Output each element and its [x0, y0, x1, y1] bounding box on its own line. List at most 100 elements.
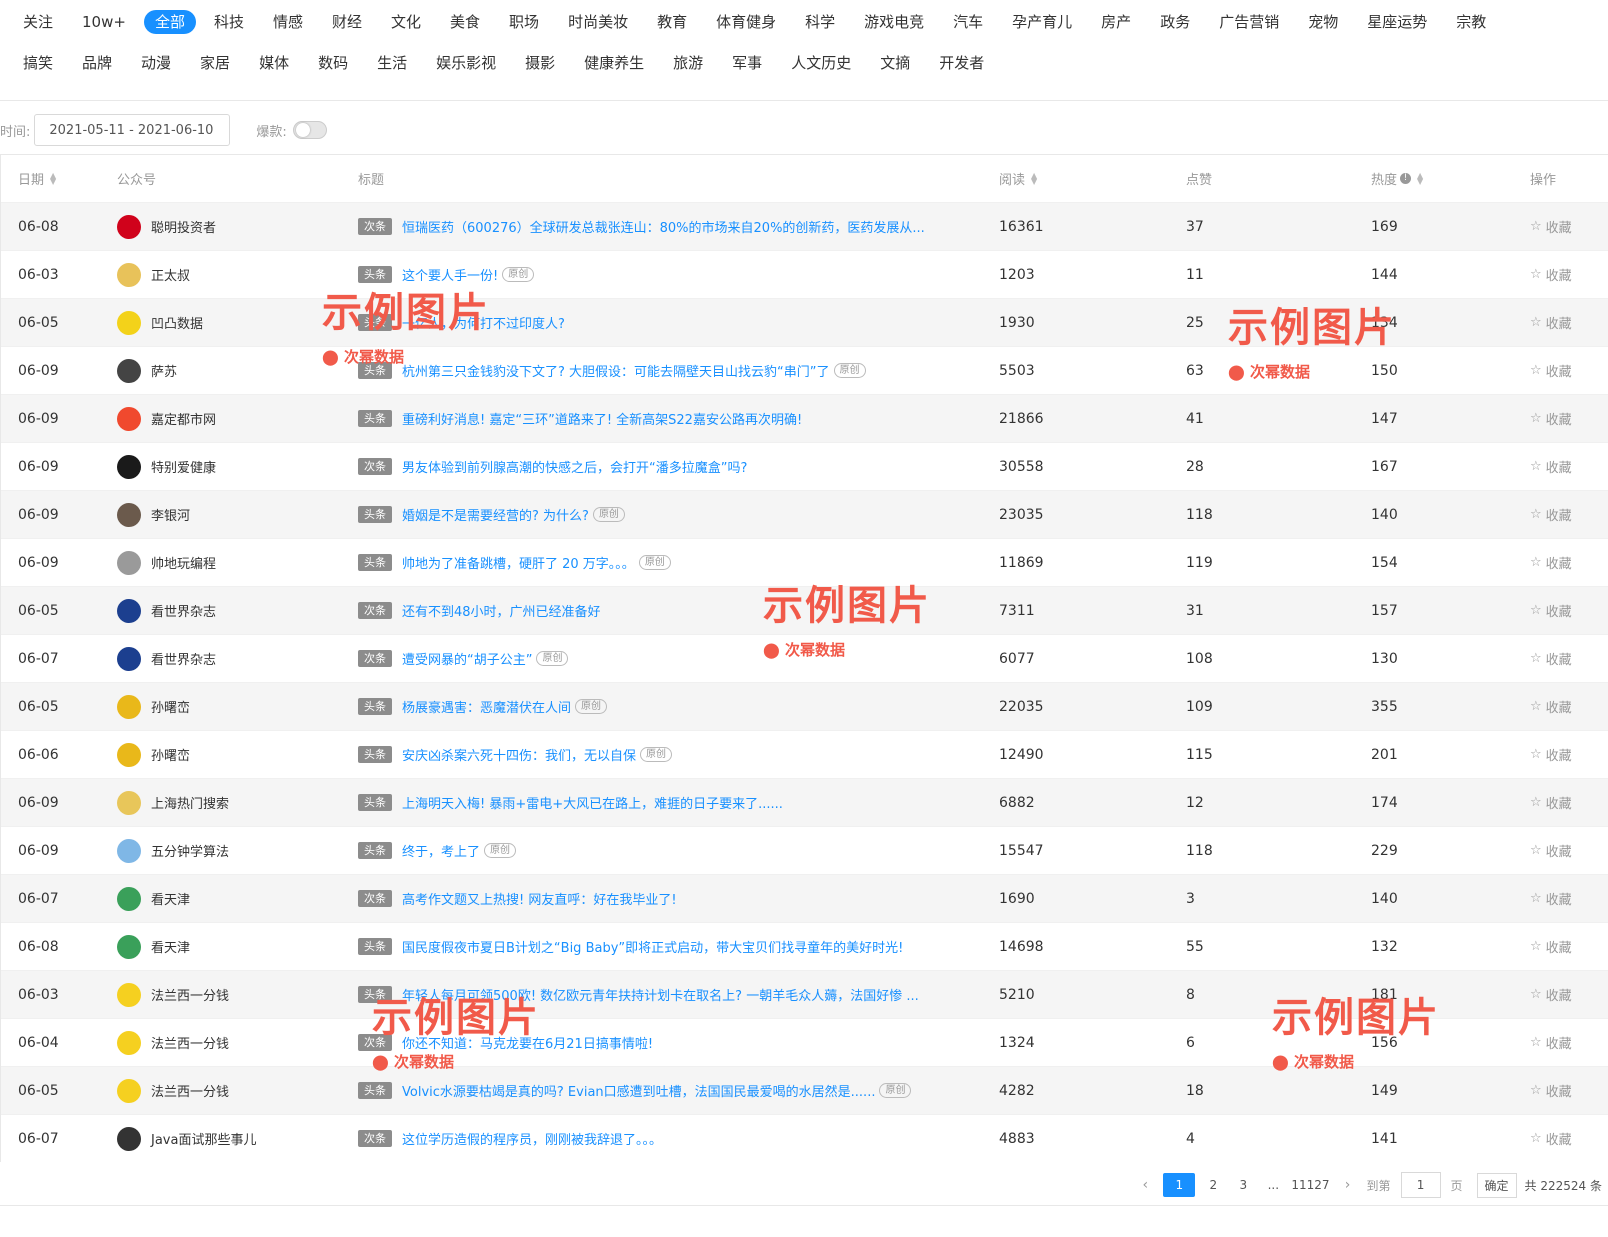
category-tab[interactable]: 全部 — [143, 10, 196, 34]
sort-icon[interactable]: ▲ ▼ — [1417, 171, 1423, 185]
favorite-button[interactable]: ☆ 收藏 — [1530, 409, 1572, 428]
category-tab[interactable]: 关注 — [12, 10, 64, 34]
category-tab[interactable]: 搞笑 — [12, 51, 64, 75]
page-button-3[interactable]: 3 — [1231, 1173, 1255, 1197]
account-name[interactable]: 聪明投资者 — [151, 217, 216, 236]
favorite-button[interactable]: ☆ 收藏 — [1530, 937, 1572, 956]
favorite-button[interactable]: ☆ 收藏 — [1530, 1081, 1572, 1100]
row-account[interactable]: 看天津 — [117, 923, 190, 970]
category-tab[interactable]: 品牌 — [71, 51, 123, 75]
article-title-link[interactable]: 男友体验到前列腺高潮的快感之后，会打开“潘多拉魔盒”吗? — [402, 457, 747, 476]
category-tab[interactable]: 孕产育儿 — [1001, 10, 1083, 34]
account-name[interactable]: 法兰西一分钱 — [151, 1033, 229, 1052]
article-title-link[interactable]: 上海明天入梅! 暴雨+雷电+大风已在路上，难捱的日子要来了...... — [402, 793, 783, 812]
article-title-link[interactable]: 杭州第三只金钱豹没下文了? 大胆假设：可能去隔壁天目山找云豹“串门”了 — [402, 361, 830, 380]
account-name[interactable]: 五分钟学算法 — [151, 841, 229, 860]
account-name[interactable]: 帅地玩编程 — [151, 553, 216, 572]
category-tab[interactable]: 健康养生 — [573, 51, 655, 75]
account-name[interactable]: 正太叔 — [151, 265, 190, 284]
article-title-link[interactable]: 国民度假夜市夏日B计划之“Big Baby”即将正式启动，带大宝贝们找寻童年的美… — [402, 937, 903, 956]
row-account[interactable]: 法兰西一分钱 — [117, 1067, 229, 1114]
favorite-button[interactable]: ☆ 收藏 — [1530, 649, 1572, 668]
article-title-link[interactable]: 这个要人手一份! — [402, 265, 498, 284]
account-name[interactable]: 看世界杂志 — [151, 649, 216, 668]
article-title-link[interactable]: 你还不知道：马克龙要在6月21日搞事情啦! — [402, 1033, 653, 1052]
favorite-button[interactable]: ☆ 收藏 — [1530, 601, 1572, 620]
account-name[interactable]: 看世界杂志 — [151, 601, 216, 620]
category-tab[interactable]: 房产 — [1090, 10, 1142, 34]
sort-icon[interactable]: ▲ ▼ — [50, 171, 56, 185]
article-title-link[interactable]: Volvic水源要枯竭是真的吗? Evian口感遭到吐槽，法国国民最爱喝的水居然… — [402, 1081, 875, 1100]
category-tab[interactable]: 动漫 — [130, 51, 182, 75]
category-tab[interactable]: 财经 — [321, 10, 373, 34]
favorite-button[interactable]: ☆ 收藏 — [1530, 553, 1572, 572]
header-date[interactable]: 日期 ▲ ▼ — [18, 155, 56, 202]
next-page-icon[interactable]: › — [1336, 1173, 1360, 1197]
article-title-link[interactable]: 这位学历造假的程序员，刚刚被我辞退了。。。 — [402, 1129, 662, 1148]
row-account[interactable]: 法兰西一分钱 — [117, 971, 229, 1018]
category-tab[interactable]: 游戏电竞 — [853, 10, 935, 34]
info-icon[interactable]: ! — [1400, 173, 1412, 184]
article-title-link[interactable]: 还有不到48小时，广州已经准备好 — [402, 601, 601, 620]
account-name[interactable]: 李银河 — [151, 505, 190, 524]
account-name[interactable]: 凹凸数据 — [151, 313, 203, 332]
category-tab[interactable]: 开发者 — [928, 51, 995, 75]
favorite-button[interactable]: ☆ 收藏 — [1530, 1033, 1572, 1052]
favorite-button[interactable]: ☆ 收藏 — [1530, 457, 1572, 476]
hot-toggle[interactable] — [292, 121, 327, 139]
favorite-button[interactable]: ☆ 收藏 — [1530, 361, 1572, 380]
category-tab[interactable]: 娱乐影视 — [425, 51, 507, 75]
row-account[interactable]: 孙曙峦 — [117, 683, 190, 730]
sort-icon[interactable]: ▲ ▼ — [1031, 171, 1037, 185]
row-account[interactable]: 聪明投资者 — [117, 203, 216, 250]
page-ellipsis[interactable]: ... — [1261, 1173, 1285, 1197]
article-title-link[interactable]: 遭受网暴的“胡子公主” — [402, 649, 532, 668]
account-name[interactable]: Java面试那些事儿 — [151, 1129, 256, 1148]
row-account[interactable]: 帅地玩编程 — [117, 539, 216, 586]
favorite-button[interactable]: ☆ 收藏 — [1530, 985, 1572, 1004]
category-tab[interactable]: 旅游 — [662, 51, 714, 75]
category-tab[interactable]: 人文历史 — [780, 51, 862, 75]
row-account[interactable]: Java面试那些事儿 — [117, 1115, 256, 1162]
favorite-button[interactable]: ☆ 收藏 — [1530, 505, 1572, 524]
account-name[interactable]: 看天津 — [151, 937, 190, 956]
category-tab[interactable]: 情感 — [262, 10, 314, 34]
category-tab[interactable]: 文摘 — [869, 51, 921, 75]
article-title-link[interactable]: 恒瑞医药（600276）全球研发总裁张连山：80%的市场来自20%的创新药，医药… — [402, 217, 925, 236]
favorite-button[interactable]: ☆ 收藏 — [1530, 1129, 1572, 1148]
category-tab[interactable]: 时尚美妆 — [557, 10, 639, 34]
article-title-link[interactable]: 杨展豪遇害：恶魔潜伏在人间 — [402, 697, 571, 716]
favorite-button[interactable]: ☆ 收藏 — [1530, 697, 1572, 716]
page-button-2[interactable]: 2 — [1201, 1173, 1225, 1197]
favorite-button[interactable]: ☆ 收藏 — [1530, 793, 1572, 812]
category-tab[interactable]: 宠物 — [1297, 10, 1349, 34]
favorite-button[interactable]: ☆ 收藏 — [1530, 313, 1572, 332]
goto-confirm-button[interactable]: 确定 — [1476, 1172, 1517, 1198]
account-name[interactable]: 萨苏 — [151, 361, 177, 380]
row-account[interactable]: 特别爱健康 — [117, 443, 216, 490]
category-tab[interactable]: 科学 — [794, 10, 846, 34]
article-title-link[interactable]: 帅地为了准备跳槽，硬肝了 20 万字。。。 — [402, 553, 635, 572]
account-name[interactable]: 上海热门搜索 — [151, 793, 229, 812]
date-range-picker[interactable]: 2021-05-11 - 2021-06-10 — [34, 114, 231, 146]
row-account[interactable]: 看世界杂志 — [117, 587, 216, 634]
category-tab[interactable]: 美食 — [439, 10, 491, 34]
category-tab[interactable]: 文化 — [380, 10, 432, 34]
category-tab[interactable]: 生活 — [366, 51, 418, 75]
row-account[interactable]: 孙曙峦 — [117, 731, 190, 778]
page-button-1[interactable]: 1 — [1163, 1173, 1196, 1197]
category-tab[interactable]: 10w+ — [71, 10, 137, 34]
prev-page-icon[interactable]: ‹ — [1133, 1173, 1157, 1197]
category-tab[interactable]: 军事 — [721, 51, 773, 75]
header-heat[interactable]: 热度! ▲ ▼ — [1371, 155, 1423, 202]
category-tab[interactable]: 职场 — [498, 10, 550, 34]
article-title-link[interactable]: 婚姻是不是需要经营的? 为什么? — [402, 505, 589, 524]
category-tab[interactable]: 宗教 — [1445, 10, 1497, 34]
category-tab[interactable]: 科技 — [203, 10, 255, 34]
favorite-button[interactable]: ☆ 收藏 — [1530, 217, 1572, 236]
category-tab[interactable]: 政务 — [1149, 10, 1201, 34]
row-account[interactable]: 看世界杂志 — [117, 635, 216, 682]
row-account[interactable]: 李银河 — [117, 491, 190, 538]
row-account[interactable]: 正太叔 — [117, 251, 190, 298]
account-name[interactable]: 法兰西一分钱 — [151, 985, 229, 1004]
